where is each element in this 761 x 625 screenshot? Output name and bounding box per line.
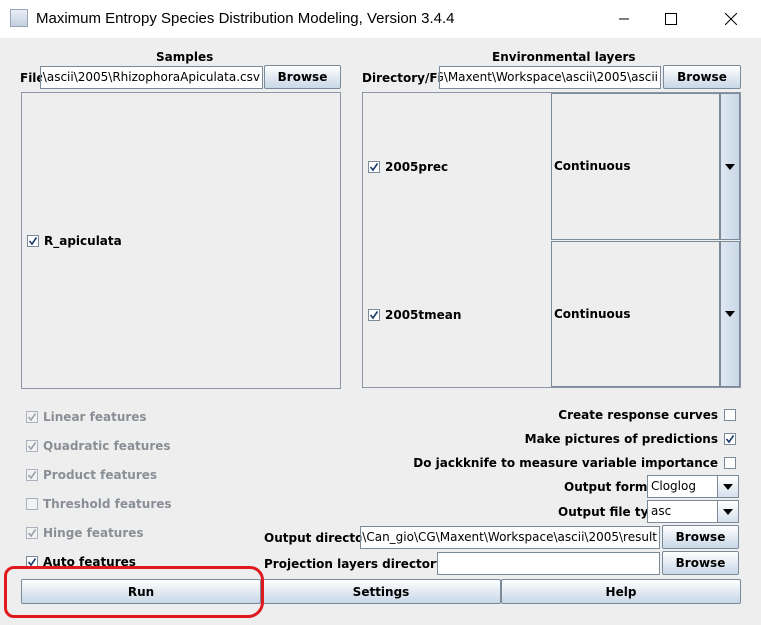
layer-item[interactable]: 2005tmean [368, 308, 461, 322]
jackknife-label: Do jackknife to measure variable importa… [413, 456, 718, 470]
samples-browse-button[interactable]: Browse [264, 65, 341, 89]
output-format-select[interactable]: Cloglog [647, 475, 739, 498]
response-curves-checkbox[interactable] [724, 409, 736, 421]
chevron-down-icon[interactable] [717, 476, 738, 497]
jackknife-checkbox[interactable] [724, 457, 736, 469]
layer-label: 2005prec [385, 160, 449, 174]
output-filetype-value: asc [651, 504, 672, 518]
hinge-features-label: Hinge features [43, 526, 144, 540]
env-layers-list: 2005prec Continuous 2005tmean Continuous [362, 92, 741, 388]
window-title: Maximum Entropy Species Distribution Mod… [36, 10, 455, 27]
layer-label: 2005tmean [385, 308, 462, 322]
output-dir-browse-button[interactable]: Browse [662, 525, 739, 549]
product-features-checkbox[interactable] [26, 469, 38, 481]
linear-features-checkbox[interactable] [26, 411, 38, 423]
env-dir-input[interactable]: )\CG\Maxent\Workspace\ascii\2005\ascii [439, 66, 661, 89]
threshold-features-label: Threshold features [43, 497, 172, 511]
product-features-option[interactable]: Product features [26, 468, 157, 482]
layer-checkbox[interactable] [368, 161, 380, 173]
layer-type-value: Continuous [554, 307, 631, 321]
minimize-icon[interactable] [601, 0, 647, 38]
prediction-pictures-option[interactable]: Make pictures of predictions [525, 432, 736, 446]
samples-heading: Samples [156, 50, 214, 64]
samples-file-input[interactable]: ace\ascii\2005\RhizophoraApiculata.csv [40, 66, 263, 89]
help-button[interactable]: Help [501, 579, 741, 604]
response-curves-label: Create response curves [558, 408, 718, 422]
maximize-icon[interactable] [648, 0, 694, 38]
hinge-features-option[interactable]: Hinge features [26, 526, 144, 540]
layer-type-value: Continuous [554, 159, 631, 173]
env-browse-button[interactable]: Browse [663, 65, 741, 89]
output-format-value: Cloglog [651, 479, 696, 493]
linear-features-option[interactable]: Linear features [26, 410, 147, 424]
response-curves-option[interactable]: Create response curves [558, 408, 736, 422]
output-dir-input[interactable]: earch\Can_gio\CG\Maxent\Workspace\ascii\… [360, 526, 660, 549]
prediction-pictures-checkbox[interactable] [724, 433, 736, 445]
layer-type-select[interactable]: Continuous [551, 93, 720, 240]
species-label: R_apiculata [44, 234, 122, 248]
layer-checkbox[interactable] [368, 309, 380, 321]
jackknife-option[interactable]: Do jackknife to measure variable importa… [413, 456, 736, 470]
env-heading: Environmental layers [492, 50, 636, 64]
chevron-down-icon[interactable] [720, 241, 740, 387]
quadratic-features-checkbox[interactable] [26, 440, 38, 452]
chevron-down-icon[interactable] [717, 501, 738, 522]
hinge-features-checkbox[interactable] [26, 527, 38, 539]
layer-type-select[interactable]: Continuous [551, 241, 720, 387]
red-highlight-annotation [4, 566, 264, 618]
quadratic-features-option[interactable]: Quadratic features [26, 439, 171, 453]
linear-features-label: Linear features [43, 410, 147, 424]
species-item[interactable]: R_apiculata [27, 234, 122, 248]
title-bar: Maximum Entropy Species Distribution Mod… [0, 0, 761, 38]
product-features-label: Product features [43, 468, 158, 482]
close-icon[interactable] [708, 0, 754, 38]
layer-item[interactable]: 2005prec [368, 160, 448, 174]
settings-button[interactable]: Settings [261, 579, 501, 604]
threshold-features-option[interactable]: Threshold features [26, 497, 172, 511]
java-app-icon [10, 9, 28, 27]
output-filetype-select[interactable]: asc [647, 500, 739, 523]
threshold-features-checkbox[interactable] [26, 498, 38, 510]
projection-browse-button[interactable]: Browse [662, 551, 739, 575]
chevron-down-icon[interactable] [720, 93, 740, 240]
quadratic-features-label: Quadratic features [43, 439, 171, 453]
projection-input[interactable] [437, 552, 660, 575]
prediction-pictures-label: Make pictures of predictions [524, 432, 718, 446]
samples-list: R_apiculata [21, 92, 341, 389]
species-checkbox[interactable] [27, 235, 39, 247]
